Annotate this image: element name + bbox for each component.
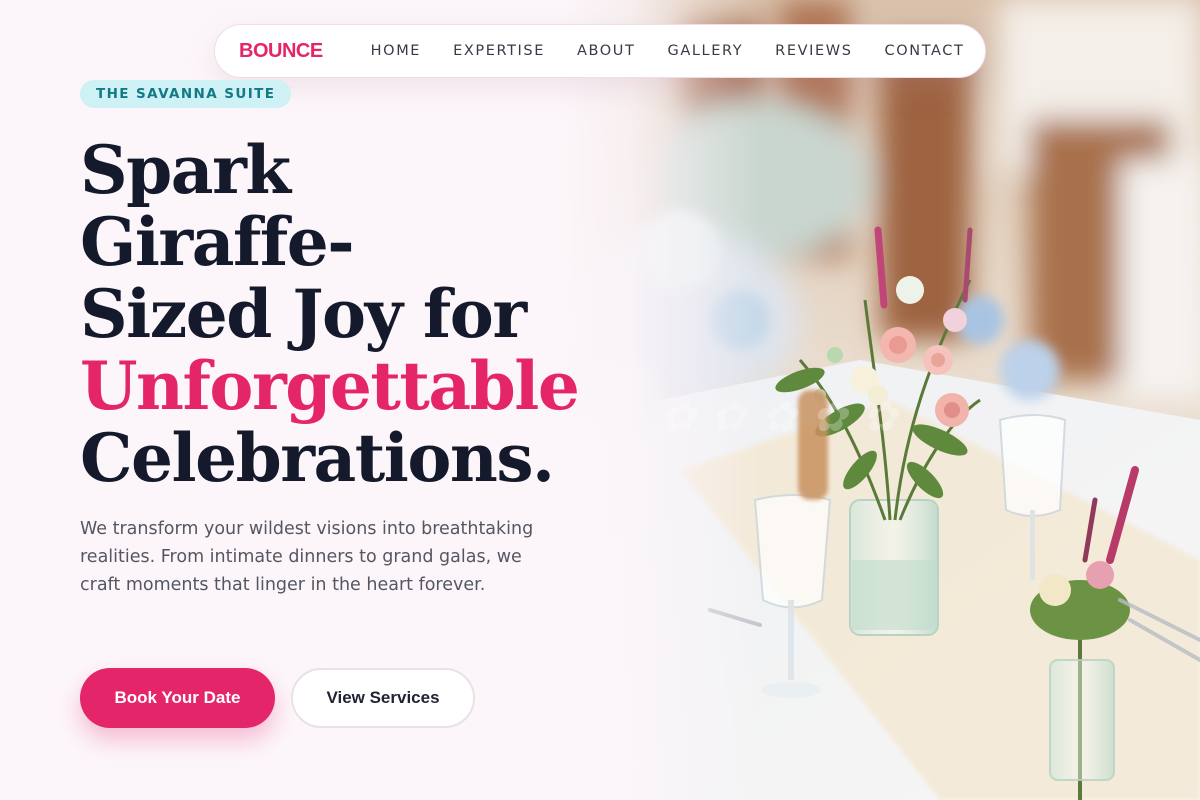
- view-services-button[interactable]: View Services: [291, 668, 475, 728]
- hero-headline: Spark Giraffe- Sized Joy for Unforgettab…: [80, 131, 580, 497]
- table-flowers-photo: [560, 0, 1200, 800]
- headline-line-1: Spark: [80, 131, 291, 209]
- headline-line-3: Sized Joy for: [80, 275, 527, 353]
- nav-link-reviews[interactable]: REVIEWS: [775, 43, 852, 59]
- nav-link-gallery[interactable]: GALLERY: [667, 43, 743, 59]
- nav-links: HOME EXPERTISE ABOUT GALLERY REVIEWS CON…: [371, 43, 965, 59]
- suite-badge: THE SAVANNA SUITE: [80, 80, 292, 108]
- headline-accent: Unforgettable: [80, 347, 580, 425]
- headline-line-2: Giraffe-: [80, 203, 355, 281]
- hero-image: [560, 0, 1200, 800]
- top-navbar: BOUNCE HOME EXPERTISE ABOUT GALLERY REVI…: [214, 24, 986, 78]
- nav-link-contact[interactable]: CONTACT: [885, 43, 965, 59]
- nav-link-about[interactable]: ABOUT: [577, 43, 636, 59]
- nav-link-expertise[interactable]: EXPERTISE: [453, 43, 545, 59]
- book-your-date-button[interactable]: Book Your Date: [80, 668, 275, 728]
- nav-link-home[interactable]: HOME: [371, 43, 421, 59]
- headline-line-5: Celebrations.: [80, 419, 555, 497]
- hero-description: We transform your wildest visions into b…: [80, 519, 534, 595]
- brand-logo[interactable]: BOUNCE: [239, 40, 323, 63]
